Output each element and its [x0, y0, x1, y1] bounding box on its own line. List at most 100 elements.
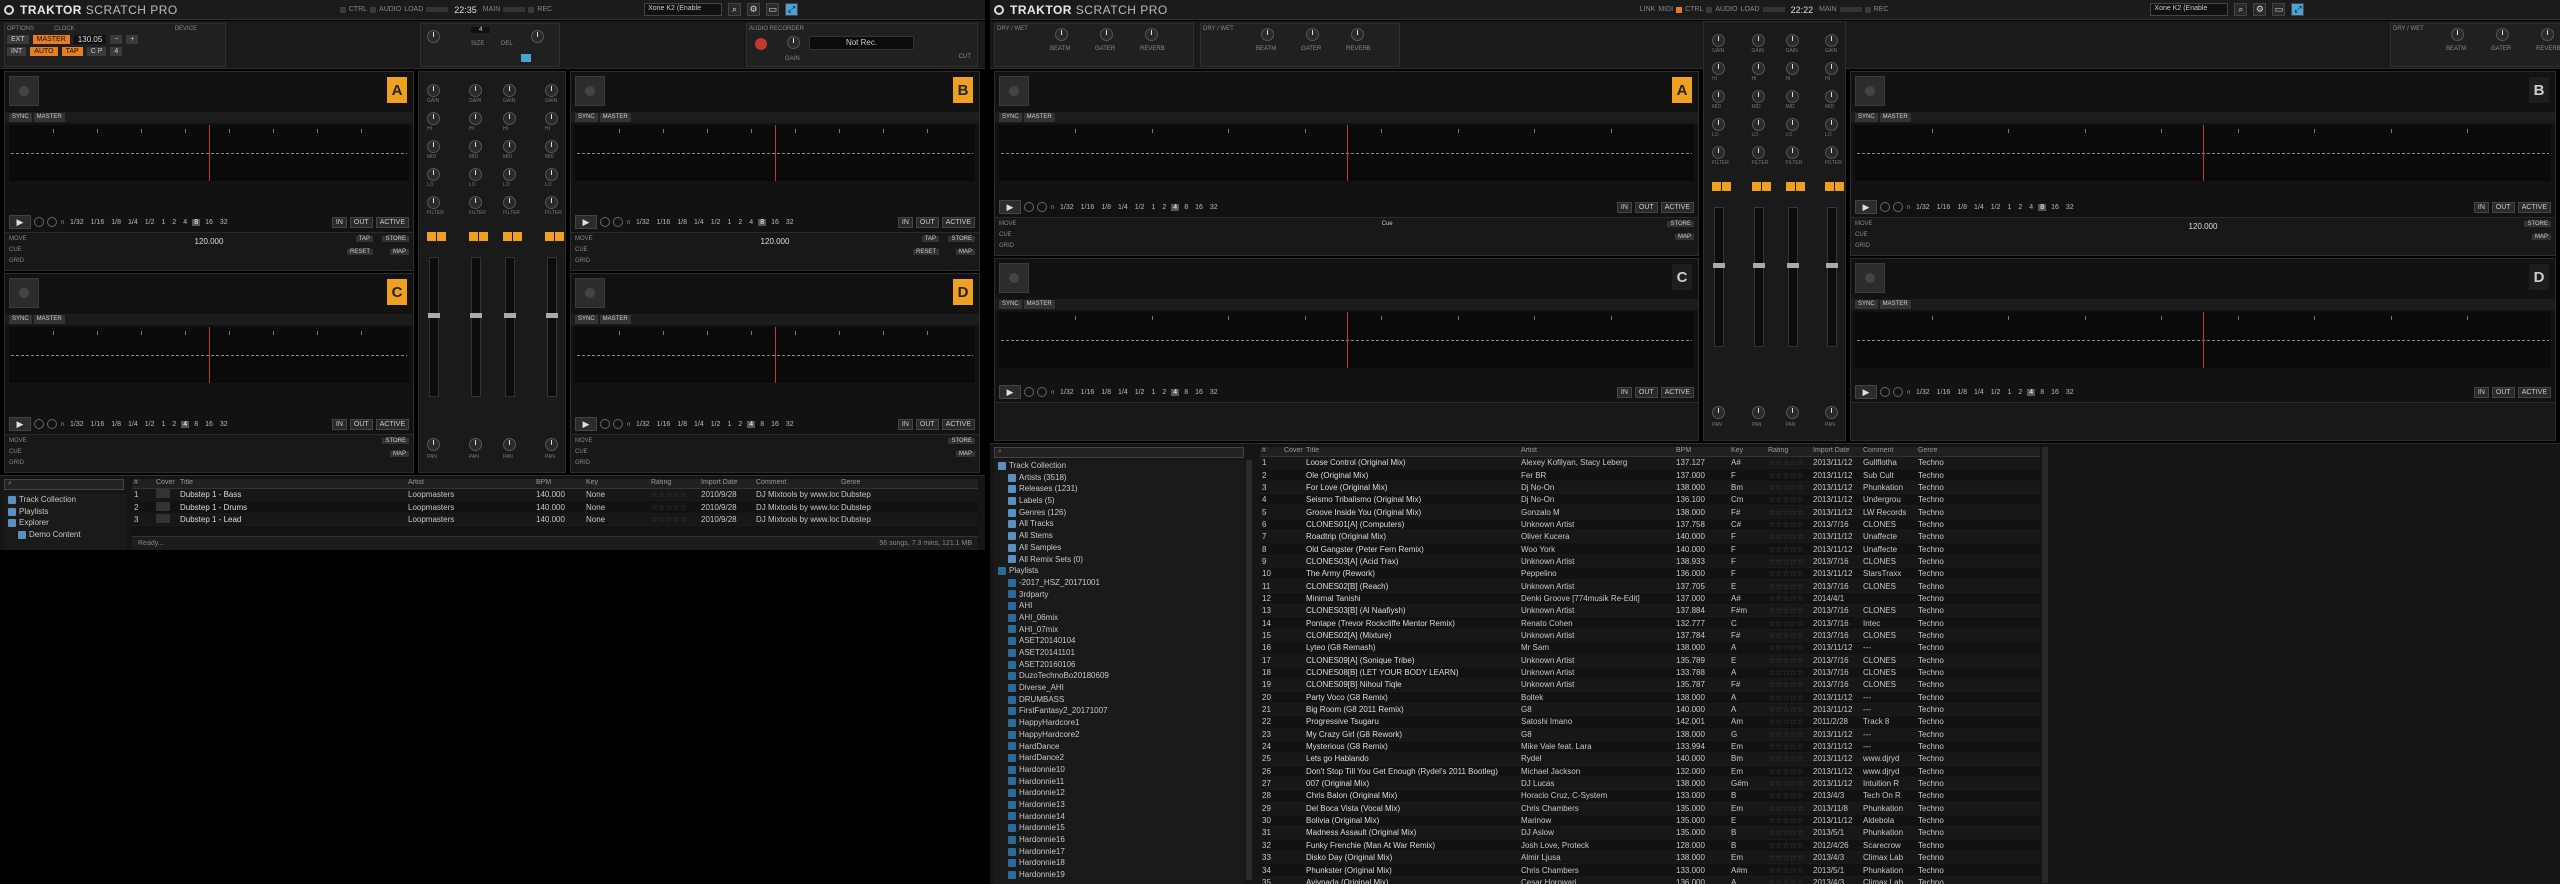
filter-knob-4[interactable] — [545, 196, 558, 209]
column-header[interactable]: Import Date — [699, 479, 754, 488]
loop-icon[interactable]: ∩ — [1906, 204, 1911, 211]
channel-fader-2[interactable] — [470, 257, 482, 397]
loop-size-1-2[interactable]: 1/2 — [1133, 204, 1147, 211]
cue-button[interactable] — [34, 217, 44, 227]
loop-size-2[interactable]: 2 — [1160, 389, 1168, 396]
cue-button[interactable] — [1880, 202, 1890, 212]
loop-size-1-4[interactable]: 1/4 — [1972, 389, 1986, 396]
table-row[interactable]: 35 Avivnada (Original Mix) Cesar Horowari 1… — [1260, 876, 2040, 884]
loop-size-1-32[interactable]: 1/32 — [1058, 389, 1076, 396]
fx-assign-2-button[interactable] — [513, 232, 522, 241]
cell-rating[interactable]: ☆☆☆☆☆ — [1766, 582, 1811, 591]
loop-size-1-4[interactable]: 1/4 — [126, 219, 140, 226]
loop-size-1[interactable]: 1 — [725, 219, 733, 226]
table-row[interactable]: 32 Funky Frenchie (Man At War Remix) Josh … — [1260, 840, 2040, 852]
loop-size-1-16[interactable]: 1/16 — [655, 219, 673, 226]
loop-icon[interactable]: ∩ — [1050, 389, 1055, 396]
tree-item[interactable]: All Stems — [994, 530, 1244, 542]
tree-item[interactable]: Hardonnie13 — [994, 799, 1244, 811]
filter-knob-1[interactable] — [1712, 146, 1725, 159]
tree-item[interactable]: HardDance — [994, 741, 1244, 753]
cell-rating[interactable]: ☆☆☆☆☆ — [1766, 656, 1811, 665]
cell-rating[interactable]: ☆☆☆☆☆ — [649, 503, 699, 512]
bottom-label-grid[interactable]: GRID — [9, 258, 24, 264]
cell-rating[interactable]: ☆☆☆☆☆ — [1766, 705, 1811, 714]
loop-size-32[interactable]: 32 — [218, 219, 230, 226]
play-button[interactable]: ▶ — [999, 385, 1021, 399]
cup-button[interactable] — [1893, 202, 1903, 212]
mid-knob-4[interactable] — [1825, 90, 1838, 103]
table-row[interactable]: 25 Lets go Hablando Rydel 140.000 Bm ☆☆☆☆☆ 201… — [1260, 753, 2040, 766]
gater-knob[interactable] — [1100, 28, 1113, 41]
recorder-gain-knob[interactable] — [787, 36, 800, 49]
loop-size-8[interactable]: 8 — [2038, 203, 2047, 211]
waveform[interactable] — [9, 327, 409, 383]
column-header[interactable]: BPM — [534, 479, 584, 488]
hi-knob-3[interactable] — [503, 112, 516, 125]
tempo-display[interactable]: 120.000 — [761, 237, 790, 246]
loop-size-1-16[interactable]: 1/16 — [1079, 204, 1097, 211]
column-header[interactable]: Cover — [154, 479, 178, 488]
tree-item[interactable]: Hardonnie11 — [994, 776, 1244, 788]
loop-icon[interactable]: ∩ — [60, 421, 65, 428]
column-header[interactable]: Artist — [1519, 447, 1674, 456]
loop-size-1-8[interactable]: 1/8 — [109, 219, 123, 226]
lo-knob-4[interactable] — [1825, 118, 1838, 131]
layout-icon[interactable]: ▭ — [2272, 3, 2286, 16]
deck-letter[interactable]: C — [1672, 264, 1692, 290]
waveform[interactable] — [1855, 312, 2551, 368]
tap-button[interactable]: TAP — [355, 236, 373, 242]
loop-icon[interactable]: ∩ — [60, 219, 65, 226]
deck-letter[interactable]: A — [387, 77, 407, 103]
store-button[interactable]: STORE — [948, 236, 975, 242]
loop-size-4[interactable]: 4 — [747, 219, 755, 226]
pan-knob-3[interactable] — [1785, 406, 1799, 419]
fx-assign-1-button[interactable] — [427, 232, 436, 241]
cell-rating[interactable]: ☆☆☆☆☆ — [1766, 619, 1811, 628]
column-header[interactable]: Genre — [839, 479, 889, 488]
master-button[interactable]: MASTER — [1879, 113, 1911, 122]
pan-knob-1[interactable] — [427, 438, 440, 451]
bottom-label-grid[interactable]: GRID — [999, 243, 1014, 249]
gain-knob-1[interactable] — [427, 84, 440, 97]
tree-scrollbar[interactable] — [1246, 460, 1252, 880]
loop-size-1[interactable]: 1 — [725, 421, 733, 428]
tree-item[interactable]: ASET20140104 — [994, 635, 1244, 647]
loop-size-1-16[interactable]: 1/16 — [1935, 389, 1953, 396]
loop-size-8[interactable]: 8 — [758, 421, 766, 428]
column-header[interactable]: Rating — [1766, 447, 1811, 456]
cue-button[interactable] — [34, 419, 44, 429]
cup-button[interactable] — [47, 419, 57, 429]
loop-size-1[interactable]: 1 — [2005, 204, 2013, 211]
loop-size-1-2[interactable]: 1/2 — [709, 421, 723, 428]
loop-size-1-16[interactable]: 1/16 — [655, 421, 673, 428]
column-header[interactable]: # — [1260, 447, 1282, 456]
loop-size-2[interactable]: 2 — [736, 421, 744, 428]
loop-size-1-8[interactable]: 1/8 — [1955, 204, 1969, 211]
lo-knob-3[interactable] — [1785, 118, 1799, 131]
loop-size-1-4[interactable]: 1/4 — [692, 421, 706, 428]
table-row[interactable]: 20 Party Voco (G8 Remix) Boltek 138.000 A ☆☆☆… — [1260, 692, 2040, 704]
hi-knob-2[interactable] — [1751, 62, 1765, 75]
filter-knob-4[interactable] — [1825, 146, 1838, 159]
play-button[interactable]: ▶ — [1855, 385, 1877, 399]
mid-knob-3[interactable] — [1785, 90, 1799, 103]
loop-icon[interactable]: ∩ — [626, 219, 631, 226]
cell-rating[interactable]: ☆☆☆☆☆ — [1766, 866, 1811, 875]
loop-size-1-2[interactable]: 1/2 — [143, 219, 157, 226]
cell-rating[interactable]: ☆☆☆☆☆ — [1766, 508, 1811, 517]
lo-knob-2[interactable] — [469, 168, 482, 181]
fx-assign-2-button[interactable] — [1722, 182, 1731, 191]
cue-button[interactable] — [1024, 202, 1034, 212]
tree-item[interactable]: Demo Content — [4, 529, 126, 541]
bottom-label-move[interactable]: MOVE — [575, 236, 593, 242]
tree-item[interactable]: Genres (126) — [994, 507, 1244, 519]
hi-knob-4[interactable] — [545, 112, 558, 125]
bottom-label-grid[interactable]: GRID — [9, 460, 24, 466]
cue-button[interactable] — [600, 217, 610, 227]
loop-size-32[interactable]: 32 — [784, 421, 796, 428]
reverb-knob[interactable] — [2541, 28, 2554, 41]
loop-out-button[interactable]: OUT — [915, 418, 939, 430]
cell-rating[interactable]: ☆☆☆☆☆ — [1766, 594, 1811, 603]
reset-button[interactable]: RESET — [912, 249, 939, 255]
